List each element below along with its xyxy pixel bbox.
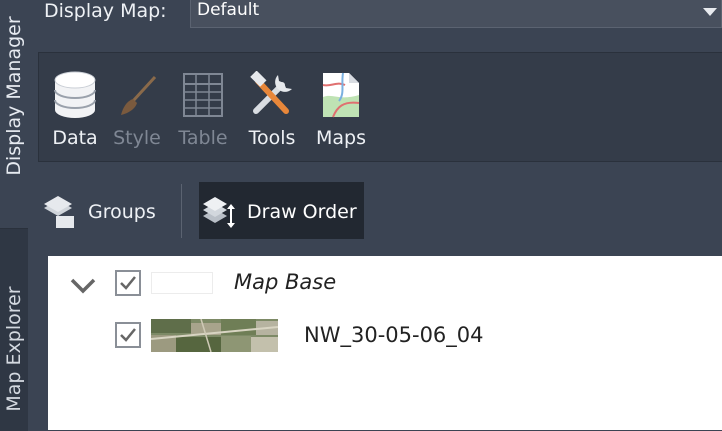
style-button-label: Style xyxy=(113,127,161,149)
draw-order-icon xyxy=(203,197,235,228)
tab-map-explorer-label: Map Explorer xyxy=(3,286,25,412)
tree-row-layer[interactable]: NW_30-05-06_04 xyxy=(48,319,722,359)
paintbrush-icon xyxy=(121,75,157,115)
style-button[interactable]: Style xyxy=(107,71,167,155)
raster-thumbnail xyxy=(151,319,278,352)
layer-label: NW_30-05-06_04 xyxy=(304,323,484,347)
data-button-label: Data xyxy=(52,127,98,149)
layer-checkbox[interactable] xyxy=(115,322,141,348)
group-style-swatch xyxy=(151,272,213,294)
display-map-dropdown[interactable]: Default xyxy=(190,0,722,28)
map-base-label: Map Base xyxy=(234,270,337,294)
database-icon xyxy=(54,71,96,118)
checkmark-icon xyxy=(120,328,136,342)
draw-order-view-button[interactable]: Draw Order xyxy=(199,182,364,239)
side-tab-strip: Display Manager Map Explorer xyxy=(0,0,28,431)
table-icon xyxy=(183,73,223,117)
ribbon-toolbar: Data Style Table Tools Maps xyxy=(38,52,722,162)
table-button[interactable]: Table xyxy=(173,71,233,155)
display-map-label: Display Map: xyxy=(44,0,167,22)
map-document-icon xyxy=(322,72,360,118)
tools-button[interactable]: Tools xyxy=(242,71,302,155)
tools-button-label: Tools xyxy=(248,127,296,149)
tab-display-manager-label: Display Manager xyxy=(3,16,25,176)
display-map-value: Default xyxy=(197,0,260,20)
layer-tree-panel: Map Base NW_30-05-06_04 xyxy=(37,245,722,430)
tree-row-map-base[interactable]: Map Base xyxy=(48,266,722,306)
chevron-down-icon[interactable] xyxy=(70,278,96,294)
tab-display-manager[interactable]: Display Manager xyxy=(0,0,28,228)
tools-icon xyxy=(250,71,292,114)
checkmark-icon xyxy=(120,276,136,290)
tab-map-explorer[interactable]: Map Explorer xyxy=(0,228,28,431)
maps-button-label: Maps xyxy=(316,127,366,149)
table-button-label: Table xyxy=(178,127,228,149)
toolbar-divider xyxy=(181,184,182,238)
groups-view-button[interactable]: Groups xyxy=(40,190,165,234)
data-button[interactable]: Data xyxy=(45,71,105,155)
groups-view-label: Groups xyxy=(88,201,156,223)
chevron-down-icon xyxy=(703,8,717,16)
display-map-row: Display Map: Default xyxy=(40,0,722,36)
draw-order-view-label: Draw Order xyxy=(247,201,357,223)
layer-groups-icon xyxy=(44,196,74,228)
maps-button[interactable]: Maps xyxy=(311,71,371,155)
map-base-checkbox[interactable] xyxy=(115,270,141,296)
